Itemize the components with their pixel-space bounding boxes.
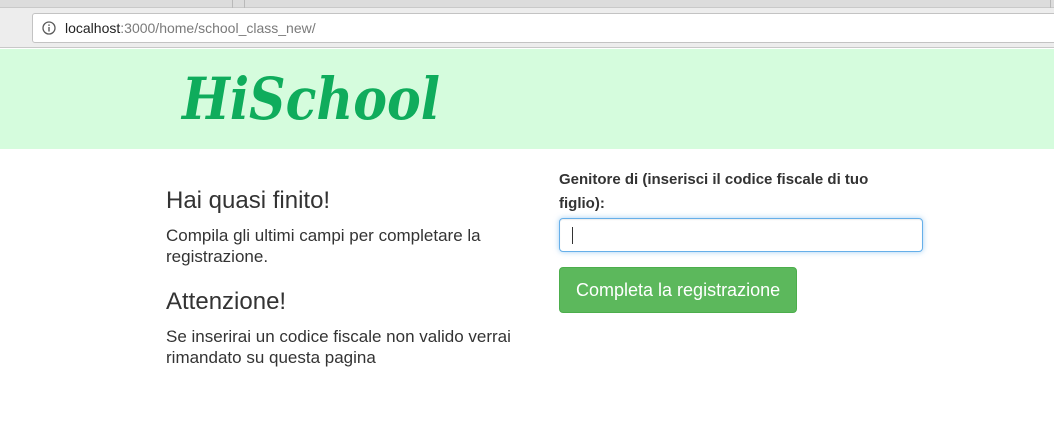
warning-text: Se inserirai un codice fiscale non valid…	[166, 327, 511, 367]
tab-strip	[0, 0, 1054, 8]
address-bar[interactable]: localhost:3000/home/school_class_new/	[32, 13, 1054, 43]
tab-separator	[232, 0, 233, 8]
hischool-logo[interactable]: HiSchool	[180, 59, 450, 139]
tab-separator	[1050, 0, 1051, 8]
browser-chrome: localhost:3000/home/school_class_new/	[0, 0, 1054, 48]
url-path: :3000/home/school_class_new/	[120, 20, 316, 36]
complete-registration-button[interactable]: Completa la registrazione	[559, 267, 798, 313]
warning-title: Attenzione!	[166, 288, 287, 315]
intro-title: Hai quasi finito!	[166, 187, 331, 214]
intro-text: Compila gli ultimi campi per completare …	[166, 226, 481, 266]
text-caret	[572, 227, 573, 244]
info-column: Hai quasi finito! Compila gli ultimi cam…	[166, 186, 526, 368]
url-host: localhost	[65, 20, 121, 36]
info-icon[interactable]	[42, 21, 56, 35]
url-text[interactable]: localhost:3000/home/school_class_new/	[65, 20, 316, 36]
registration-form: Genitore di (inserisci il codice fiscale…	[559, 168, 923, 313]
page-header: HiSchool	[0, 49, 1054, 149]
logo-text: HiSchool	[180, 65, 440, 133]
tax-code-input[interactable]	[559, 218, 923, 252]
tab-separator	[244, 0, 245, 8]
tax-code-label: Genitore di (inserisci il codice fiscale…	[559, 171, 869, 212]
